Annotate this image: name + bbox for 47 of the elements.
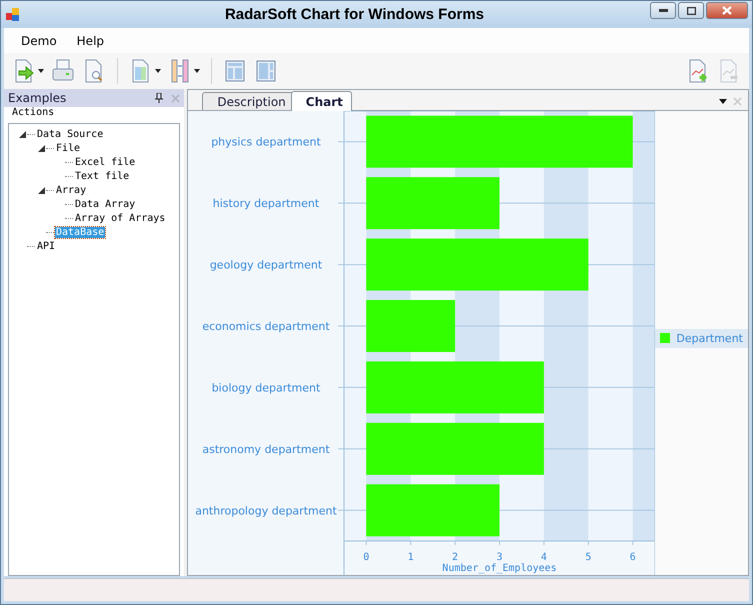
category-label: anthropology department [196, 504, 338, 518]
category-label: history department [213, 197, 320, 210]
layout-icon [223, 58, 247, 84]
tree-item[interactable]: Text file [74, 170, 130, 182]
tree-item[interactable]: Data Source [36, 128, 104, 140]
tree-item[interactable]: API [36, 240, 56, 252]
menu-item[interactable]: Help [68, 32, 114, 50]
axis-tick-label: 0 [364, 552, 370, 563]
category-label: astronomy department [202, 442, 330, 456]
category-label: biology department [212, 381, 321, 394]
axis-tick-label: 6 [630, 552, 636, 563]
group-title: Actions [11, 107, 56, 119]
expanded-icon[interactable] [38, 186, 44, 194]
legend-label: Department [676, 332, 743, 344]
tree-item[interactable]: Array [55, 184, 88, 196]
tree-item[interactable]: Excel file [74, 156, 136, 168]
maximize-icon [686, 6, 696, 14]
minimize-button[interactable] [650, 2, 676, 19]
axis-tick-label: 1 [408, 552, 414, 563]
close-button[interactable] [706, 2, 748, 19]
app-icon [5, 6, 21, 22]
panel-title: Examples [8, 91, 68, 105]
caret-icon [38, 69, 44, 73]
axis-tick-label: 2 [452, 552, 458, 563]
caret-icon [194, 69, 200, 73]
close-icon [722, 6, 732, 15]
axis-tick-label: 4 [541, 552, 548, 563]
expanded-icon[interactable] [18, 130, 26, 138]
minimize-icon [658, 9, 668, 12]
tree-item[interactable]: Array of Arrays [74, 212, 166, 224]
layout-icon [254, 58, 278, 84]
menu-item[interactable]: Demo [12, 32, 66, 50]
dropdown-icon[interactable] [719, 99, 727, 104]
window-title: RadarSoft Chart for Windows Forms [224, 6, 486, 23]
maximize-button[interactable] [678, 2, 704, 19]
tree-item[interactable]: File [55, 142, 82, 154]
caret-icon [155, 69, 161, 73]
category-label: economics department [202, 320, 330, 333]
axis-tick-label: 5 [586, 552, 592, 563]
pin-icon[interactable] [155, 93, 164, 103]
category-label: geology department [210, 258, 323, 272]
tab[interactable]: Chart [290, 91, 352, 111]
axis-title: Number_of_Employees [442, 563, 558, 574]
category-label: physics department [212, 136, 322, 149]
axis-tick-label: 3 [496, 552, 503, 563]
tree-item[interactable]: Data Array [74, 198, 136, 210]
expanded-icon[interactable] [38, 144, 44, 152]
